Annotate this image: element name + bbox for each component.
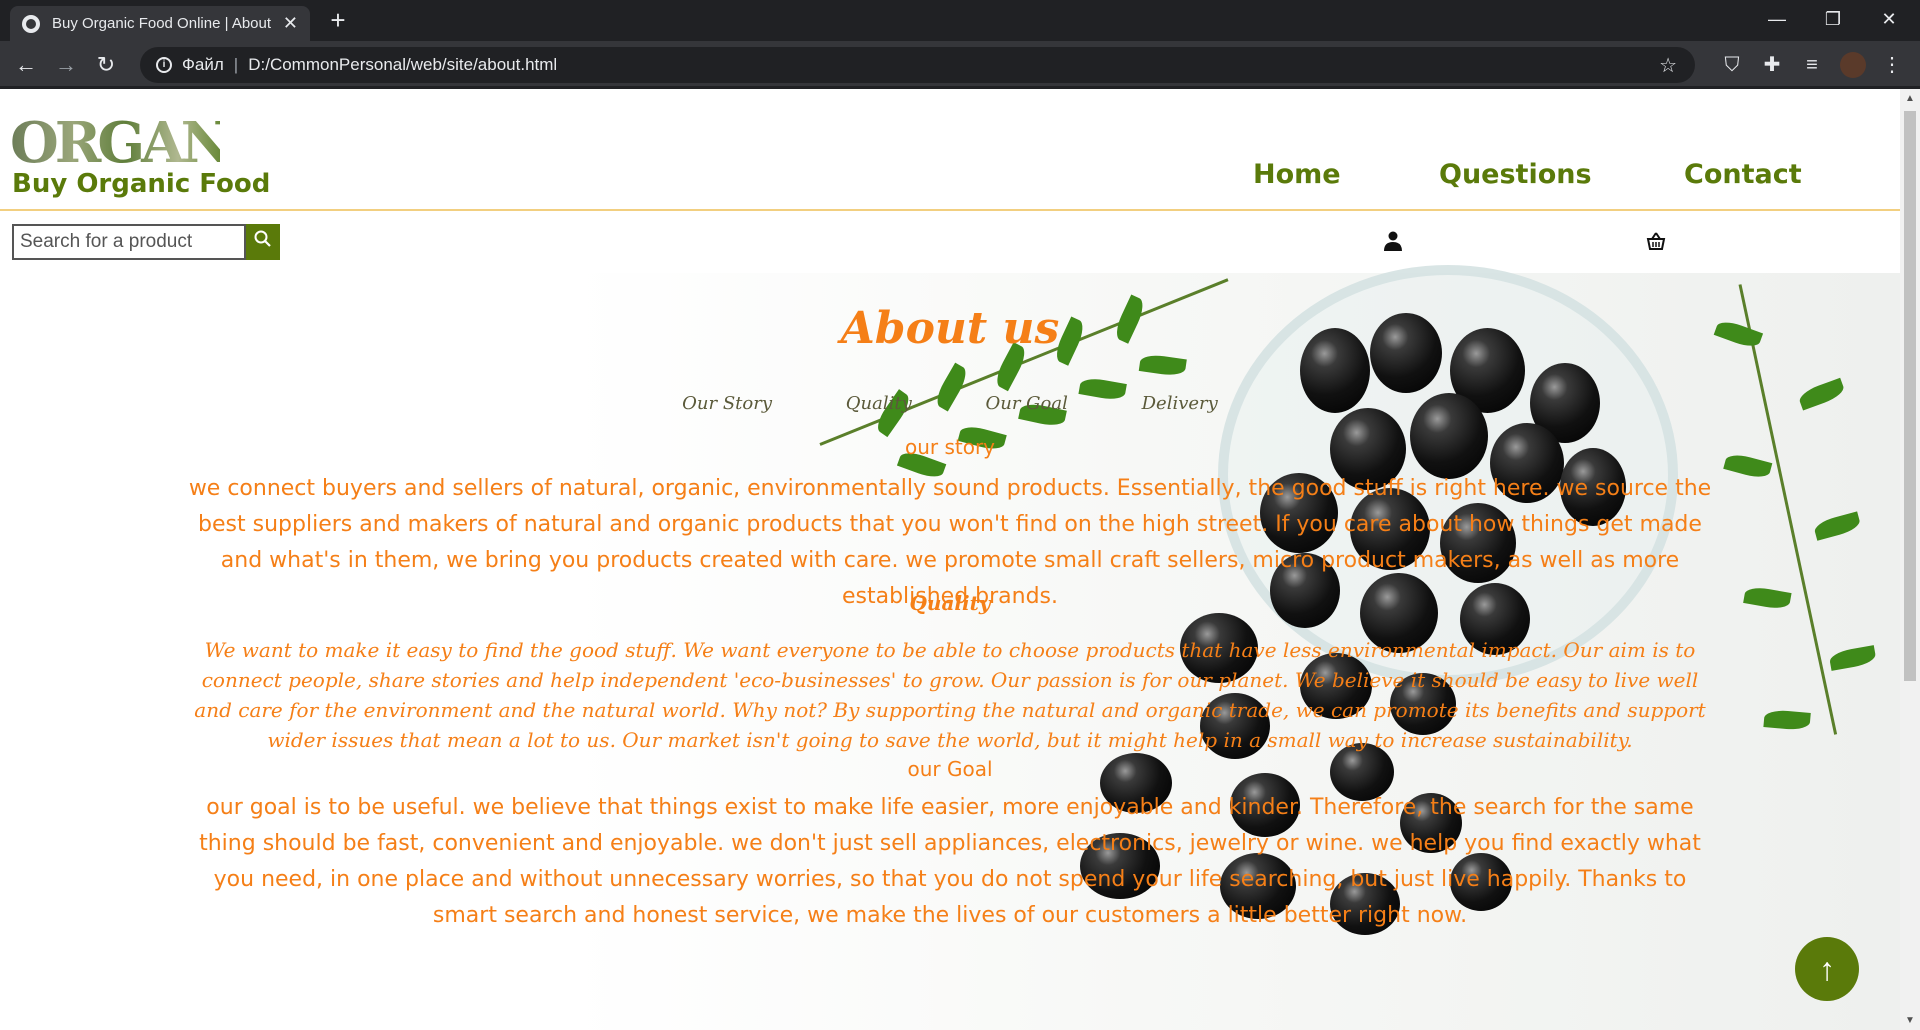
- browser-toolbar: ← → ↻ i Файл | D:/CommonPersonal/web/sit…: [0, 41, 1920, 89]
- link-quality[interactable]: Quality: [846, 393, 912, 414]
- scroll-up-icon[interactable]: ▲: [1905, 93, 1915, 104]
- quality-heading: Quality: [909, 591, 991, 615]
- profile-avatar[interactable]: [1840, 52, 1866, 78]
- scroll-down-icon[interactable]: ▼: [1905, 1015, 1915, 1026]
- quality-text: We want to make it easy to find the good…: [194, 638, 1706, 752]
- close-tab-icon[interactable]: ✕: [283, 13, 298, 34]
- link-delivery[interactable]: Delivery: [1142, 393, 1218, 414]
- reload-icon[interactable]: ↻: [92, 51, 120, 79]
- browser-tab[interactable]: Buy Organic Food Online | About ✕: [10, 6, 310, 41]
- page-viewport: ORGANIC Buy Organic Food Home Questions …: [0, 89, 1900, 1030]
- back-to-top-button[interactable]: ↑: [1795, 937, 1859, 1001]
- logo-image[interactable]: ORGANIC: [10, 115, 295, 171]
- address-url: D:/CommonPersonal/web/site/about.html: [248, 55, 558, 74]
- user-icon[interactable]: [1384, 231, 1402, 251]
- globe-icon: [22, 14, 40, 33]
- address-separator: |: [233, 55, 239, 74]
- info-icon[interactable]: i: [156, 57, 172, 73]
- search-input[interactable]: [12, 224, 246, 260]
- section-links: Our Story Quality Our Goal Delivery: [0, 393, 1900, 414]
- forward-icon[interactable]: →: [52, 51, 80, 79]
- link-our-story[interactable]: Our Story: [682, 393, 772, 414]
- back-icon[interactable]: ←: [12, 51, 40, 79]
- bookmark-star-icon[interactable]: ☆: [1659, 53, 1677, 78]
- minimize-button[interactable]: —: [1749, 0, 1805, 41]
- goal-text: our goal is to be useful. we believe tha…: [199, 795, 1701, 928]
- browser-tab-bar: Buy Organic Food Online | About ✕ + — ❐ …: [0, 0, 1920, 41]
- logo-text[interactable]: Buy Organic Food: [12, 169, 270, 199]
- extensions-puzzle-icon[interactable]: ✚: [1758, 51, 1786, 79]
- page-title: About us: [840, 303, 1060, 354]
- goal-heading: our Goal: [907, 757, 993, 781]
- address-scheme-label: Файл: [182, 55, 224, 74]
- search-button[interactable]: [246, 224, 280, 260]
- nav-home[interactable]: Home: [1253, 159, 1341, 190]
- header-divider: [0, 209, 1900, 211]
- story-heading: our story: [904, 435, 996, 459]
- address-bar[interactable]: i Файл | D:/CommonPersonal/web/site/abou…: [140, 47, 1695, 83]
- menu-kebab-icon[interactable]: ⋮: [1878, 51, 1906, 79]
- basket-icon[interactable]: [1646, 231, 1666, 251]
- scrollbar-thumb[interactable]: [1904, 111, 1916, 681]
- link-our-goal[interactable]: Our Goal: [986, 393, 1068, 414]
- media-queue-icon[interactable]: ≡: [1798, 51, 1826, 79]
- restore-button[interactable]: ❐: [1805, 0, 1861, 41]
- new-tab-button[interactable]: +: [322, 6, 354, 36]
- page-scrollbar[interactable]: ▲ ▼: [1900, 89, 1920, 1030]
- search-icon: [254, 230, 271, 247]
- close-window-button[interactable]: ✕: [1861, 0, 1917, 41]
- nav-contact[interactable]: Contact: [1684, 159, 1802, 190]
- tab-title: Buy Organic Food Online | About: [52, 15, 272, 32]
- about-content: About us Our Story Quality Our Goal Deli…: [0, 273, 1900, 1030]
- nav-questions[interactable]: Questions: [1439, 159, 1592, 190]
- shield-icon[interactable]: ⛉: [1718, 51, 1746, 79]
